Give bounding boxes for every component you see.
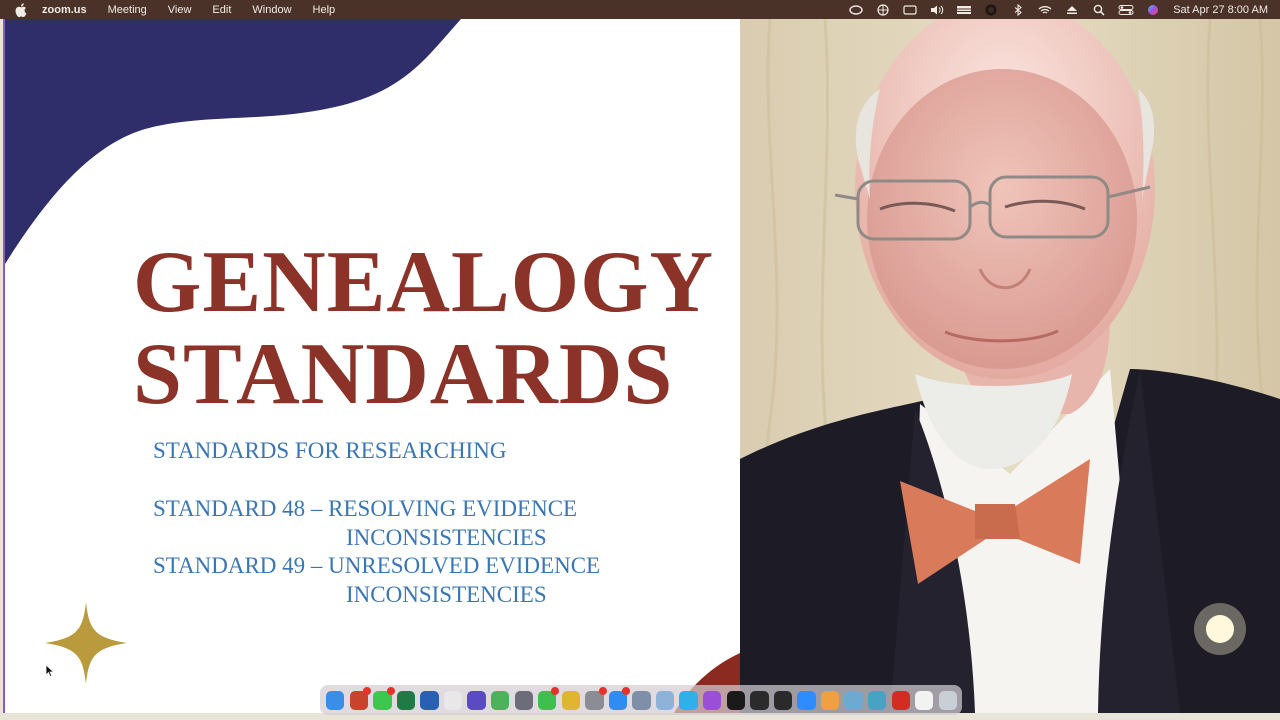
- trash-icon[interactable]: [938, 690, 957, 710]
- chrome-icon[interactable]: [561, 690, 580, 710]
- magnifier-icon[interactable]: [867, 690, 887, 710]
- messages-icon[interactable]: [373, 686, 395, 710]
- settings-icon[interactable]: [585, 686, 607, 710]
- caption-icon[interactable]: [902, 4, 918, 16]
- keyboard-language-icon[interactable]: [875, 3, 891, 16]
- display-icon[interactable]: [956, 4, 972, 16]
- bluetooth-icon[interactable]: [1010, 3, 1026, 16]
- powerpoint-icon[interactable]: [349, 686, 371, 710]
- notification-badge: [598, 686, 607, 695]
- apple-tv-icon[interactable]: [726, 690, 745, 710]
- menu-view[interactable]: View: [168, 4, 192, 16]
- navy-wave-shape: [5, 19, 461, 264]
- acrobat-icon[interactable]: [891, 690, 910, 710]
- preview-icon[interactable]: [632, 690, 651, 710]
- apple-menu-icon[interactable]: [14, 2, 28, 17]
- notification-badge: [622, 686, 631, 695]
- standard-49-line-2: INCONSISTENCIES: [346, 582, 547, 607]
- slide-title-line-1: GENEALOGY: [133, 234, 715, 331]
- standard-49-line-1: STANDARD 49 – UNRESOLVED EVIDENCE: [153, 553, 601, 578]
- standard-48-line-2: INCONSISTENCIES: [346, 525, 547, 550]
- status-area: Sat Apr 27 8:00 AM: [837, 0, 1268, 19]
- control-center-icon[interactable]: [1118, 4, 1134, 16]
- wifi-icon[interactable]: [1037, 4, 1053, 16]
- imovie-icon[interactable]: [467, 690, 486, 710]
- excel-icon[interactable]: [396, 690, 416, 710]
- word-icon[interactable]: [420, 690, 439, 710]
- launchpad-icon[interactable]: [514, 690, 533, 710]
- mouse-cursor-icon: [45, 664, 55, 678]
- zoom-icon[interactable]: [797, 690, 816, 710]
- notification-badge: [386, 686, 395, 695]
- siri-icon[interactable]: [1145, 4, 1161, 16]
- slack-icon[interactable]: [443, 690, 463, 710]
- podcasts-icon[interactable]: [703, 690, 722, 710]
- slide-subtitle: STANDARDS FOR RESEARCHING: [153, 438, 507, 463]
- menu-app-zoom[interactable]: zoom.us: [42, 4, 87, 16]
- gold-star-icon: [45, 602, 127, 684]
- slide-title-line-2: STANDARDS: [133, 326, 674, 423]
- clock[interactable]: Sat Apr 27 8:00 AM: [1173, 4, 1268, 16]
- presenter-video: [740, 19, 1280, 713]
- notification-badge: [551, 686, 560, 695]
- presentation-slide: GENEALOGY STANDARDS STANDARDS FOR RESEAR…: [3, 19, 740, 713]
- notification-badge: [362, 686, 371, 695]
- drive-icon[interactable]: [655, 690, 675, 710]
- facetime-icon[interactable]: [538, 686, 560, 710]
- calendar-icon[interactable]: [915, 690, 934, 710]
- maps-icon[interactable]: [490, 690, 510, 710]
- menu-meeting[interactable]: Meeting: [108, 4, 147, 16]
- macos-dock: [320, 685, 962, 715]
- camera-icon[interactable]: [844, 690, 863, 710]
- zoom-share-frame: GENEALOGY STANDARDS STANDARDS FOR RESEAR…: [0, 19, 1280, 720]
- safari-icon[interactable]: [679, 690, 698, 710]
- menu-help[interactable]: Help: [313, 4, 336, 16]
- search-icon[interactable]: [1091, 4, 1107, 16]
- record-icon[interactable]: [983, 4, 999, 16]
- volume-icon[interactable]: [929, 4, 945, 16]
- obs-icon[interactable]: [750, 690, 769, 710]
- menu-bar: zoom.us Meeting View Edit Window Help Sa…: [0, 0, 1280, 19]
- menu-edit[interactable]: Edit: [212, 4, 231, 16]
- compass-icon[interactable]: [773, 690, 793, 710]
- eject-icon[interactable]: [1064, 4, 1080, 16]
- standard-48-line-1: STANDARD 48 – RESOLVING EVIDENCE: [153, 496, 578, 521]
- photos-icon[interactable]: [820, 690, 840, 710]
- finder-icon[interactable]: [326, 690, 345, 710]
- menu-window[interactable]: Window: [252, 4, 291, 16]
- presenter-webcam-image: [740, 19, 1280, 713]
- app-store-icon[interactable]: [608, 686, 631, 710]
- creative-cloud-icon[interactable]: [848, 4, 864, 16]
